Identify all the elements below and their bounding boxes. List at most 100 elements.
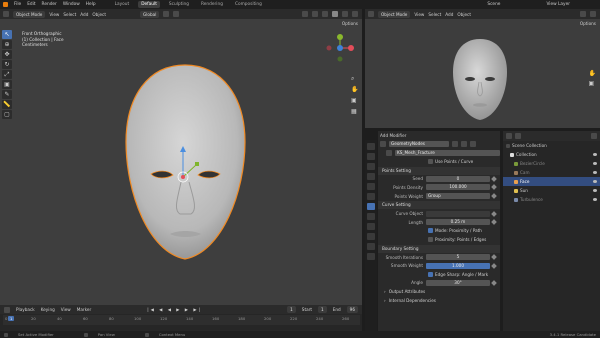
modifier-tab-icon[interactable] (367, 203, 375, 210)
output-attributes-panel[interactable]: › Output Attributes (378, 287, 500, 296)
select-tool-icon[interactable]: ↖ (2, 30, 12, 39)
menu-edit[interactable]: Edit (27, 2, 35, 7)
pan-hand-icon[interactable]: ✋ (351, 84, 358, 95)
outliner-item[interactable]: Turbulence (503, 195, 600, 204)
tab-compositing[interactable]: Compositing (232, 1, 265, 8)
main-3d-viewport[interactable]: Front Orthographic (1) Collection | Face… (0, 19, 362, 305)
timeline-menu-marker[interactable]: Marker (77, 307, 91, 312)
grid-view-icon[interactable]: ▦ (351, 106, 358, 117)
scene-collection-row[interactable]: Scene Collection (503, 141, 600, 150)
scale-tool-icon[interactable]: ⤢ (2, 70, 12, 79)
seed-field[interactable]: 0 (426, 175, 490, 182)
curve-object-keyframe-icon[interactable] (491, 210, 497, 217)
scene-tab-icon[interactable] (367, 173, 375, 180)
curve-object-field[interactable] (426, 210, 490, 217)
eye-icon[interactable] (593, 171, 597, 174)
camera-menu-add[interactable]: Add (445, 12, 453, 17)
timeline-menu-view[interactable]: View (61, 307, 71, 312)
node-group-field[interactable]: GeometryNodes (389, 140, 449, 147)
transform-tool-icon[interactable]: ▣ (2, 80, 12, 89)
timeline-menu-keying[interactable]: Keying (41, 307, 55, 312)
tool-tab-icon[interactable] (367, 143, 375, 150)
collapse-arrow-icon[interactable] (380, 140, 386, 147)
render-tab-icon[interactable] (367, 153, 375, 160)
playhead[interactable]: 1 (8, 316, 15, 321)
annotate-tool-icon[interactable]: ✎ (2, 90, 12, 99)
current-frame-field[interactable]: 1 (287, 306, 296, 313)
menu-object[interactable]: Object (92, 12, 106, 17)
output-tab-icon[interactable] (367, 163, 375, 170)
camera-menu-view[interactable]: View (414, 12, 424, 17)
mode-proximity-checkbox[interactable] (428, 228, 433, 234)
editor-type-icon[interactable] (368, 11, 374, 17)
cursor-tool-icon[interactable]: ⊕ (2, 40, 12, 49)
camera-pan-icon[interactable]: ✋ (589, 69, 596, 79)
orientation-selector[interactable]: Global (140, 10, 160, 18)
use-points-checkbox[interactable] (428, 158, 433, 164)
zoom-icon[interactable]: ⌕ (351, 73, 358, 84)
blender-logo-icon[interactable] (3, 2, 8, 7)
add-cube-tool-icon[interactable]: ▢ (2, 110, 12, 119)
modifier-visibility-icon[interactable] (452, 140, 458, 147)
mode-selector[interactable]: Object Mode (13, 10, 46, 18)
eye-icon[interactable] (593, 153, 597, 156)
tab-layout[interactable]: Layout (112, 1, 133, 8)
seed-keyframe-icon[interactable] (491, 176, 497, 182)
rotate-tool-icon[interactable]: ↻ (2, 60, 12, 69)
menu-add[interactable]: Add (80, 12, 88, 17)
constraints-tab-icon[interactable] (367, 233, 375, 240)
solid-shading-icon[interactable] (332, 11, 338, 17)
smooth-iterations-keyframe-icon[interactable] (491, 254, 497, 260)
proximity-points-checkbox[interactable] (428, 236, 433, 242)
camera-shading-icon[interactable] (580, 11, 586, 17)
editor-type-icon[interactable] (3, 11, 9, 17)
modifier-close-icon[interactable] (470, 140, 476, 147)
eye-icon[interactable] (593, 198, 597, 201)
eye-icon[interactable] (593, 162, 597, 165)
smooth-weight-keyframe-icon[interactable] (491, 262, 497, 269)
camera-options-button[interactable]: Options (580, 21, 596, 26)
timeline-menu-playback[interactable]: Playback (16, 307, 35, 312)
physics-tab-icon[interactable] (367, 223, 375, 230)
camera-render-icon[interactable] (590, 11, 596, 17)
measure-tool-icon[interactable]: 📏 (2, 100, 12, 109)
frame-ruler[interactable]: 1 0 20 40 60 80 100 120 140 160 180 200 … (3, 315, 360, 325)
proportional-edit-icon[interactable] (173, 11, 180, 17)
smooth-weight-field[interactable]: 1.000 (426, 262, 490, 269)
data-tab-icon[interactable] (367, 243, 375, 250)
weight-field[interactable]: Group (426, 193, 490, 200)
tab-default[interactable]: Default (138, 1, 160, 8)
menu-window[interactable]: Window (63, 2, 80, 7)
material-shading-icon[interactable] (342, 11, 348, 17)
density-field[interactable]: 100.000 (426, 184, 490, 191)
camera-view-icon[interactable]: ▣ (351, 95, 358, 106)
internal-dependencies-panel[interactable]: › Internal Dependencies (378, 296, 500, 305)
modifier-name-field[interactable]: KS_Mesh_Fracture (395, 149, 500, 156)
overlay-icon[interactable] (312, 11, 318, 17)
timeline-editor-icon[interactable] (4, 306, 10, 313)
rendered-shading-icon[interactable] (352, 11, 358, 17)
options-button[interactable]: Options (342, 21, 358, 26)
xray-icon[interactable] (322, 11, 328, 17)
tab-rendering[interactable]: Rendering (198, 1, 226, 8)
visibility-icon[interactable] (302, 11, 308, 17)
particles-tab-icon[interactable] (367, 213, 375, 220)
end-frame-field[interactable]: 96 (346, 306, 358, 313)
camera-mode-selector[interactable]: Object Mode (378, 10, 411, 18)
modifier-render-icon[interactable] (461, 140, 467, 147)
navigation-gizmo[interactable] (325, 33, 355, 63)
camera-menu-select[interactable]: Select (428, 12, 441, 17)
outliner-editor-icon[interactable] (506, 133, 512, 139)
eye-icon[interactable] (593, 180, 597, 183)
length-field[interactable]: 0.25 m (426, 219, 490, 226)
edge-sharp-checkbox[interactable] (428, 271, 433, 277)
world-tab-icon[interactable] (367, 183, 375, 190)
weight-keyframe-icon[interactable] (491, 193, 497, 199)
camera-menu-object[interactable]: Object (457, 12, 471, 17)
add-modifier-button[interactable]: Add Modifier (380, 133, 406, 138)
smooth-iterations-field[interactable]: 5 (426, 254, 490, 261)
tab-sculpting[interactable]: Sculpting (166, 1, 192, 8)
scene-selector[interactable]: Scene (487, 2, 500, 7)
outliner-search-icon[interactable] (515, 133, 521, 139)
move-tool-icon[interactable]: ✥ (2, 50, 12, 59)
